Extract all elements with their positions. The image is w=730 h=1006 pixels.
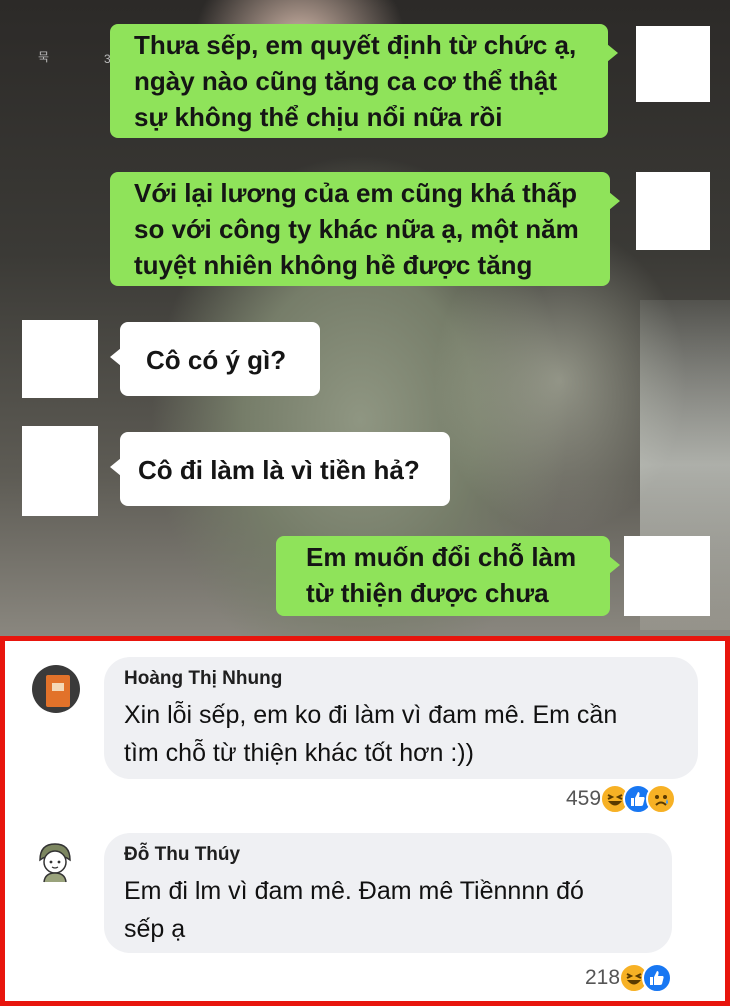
redacted-avatar (22, 426, 98, 516)
redacted-avatar (624, 536, 710, 616)
reaction-summary[interactable]: 218 (585, 963, 673, 993)
chat-message-bubble: Cô đi làm là vì tiền hả? (110, 432, 450, 506)
redacted-avatar (636, 172, 710, 250)
chat-message-bubble: Thưa sếp, em quyết định từ chức ạ, ngày … (110, 24, 618, 138)
comment-text: Em đi lm vì đam mê. Đam mê Tiềnnnn đó sế… (124, 877, 584, 943)
reaction-count: 218 (585, 966, 621, 989)
comment-text: Xin lỗi sếp, em ko đi làm vì đam mê. Em … (124, 701, 618, 767)
redacted-avatar (22, 320, 98, 398)
redacted-avatar (636, 26, 710, 102)
chat-screenshot: 묵 3 Thưa sếp, em quyết định từ chức ạ, n… (0, 0, 730, 636)
sad-icon (646, 784, 677, 814)
chat-message-bubble: Với lại lương của em cũng khá thấp so vớ… (110, 172, 620, 286)
comments-panel: Hoàng Thị Nhung Xin lỗi sếp, em ko đi là… (0, 636, 730, 1006)
commenter-avatar[interactable] (32, 665, 80, 713)
reaction-count: 459 (566, 787, 602, 810)
comment-bubble: Hoàng Thị Nhung Xin lỗi sếp, em ko đi là… (104, 657, 698, 779)
chat-message-bubble: Cô có ý gì? (110, 322, 320, 396)
commenter-name[interactable]: Hoàng Thị Nhung (124, 666, 678, 692)
chat-message-bubble: Em muốn đổi chỗ làm từ thiện được chưa (276, 536, 620, 616)
commenter-name[interactable]: Đỗ Thu Thúy (124, 842, 652, 868)
corner-mark: 묵 (38, 50, 50, 64)
commenter-avatar[interactable] (31, 838, 79, 886)
comment-bubble: Đỗ Thu Thúy Em đi lm vì đam mê. Đam mê T… (104, 833, 672, 953)
reaction-summary[interactable]: 459 (566, 784, 677, 814)
like-icon (642, 963, 673, 993)
